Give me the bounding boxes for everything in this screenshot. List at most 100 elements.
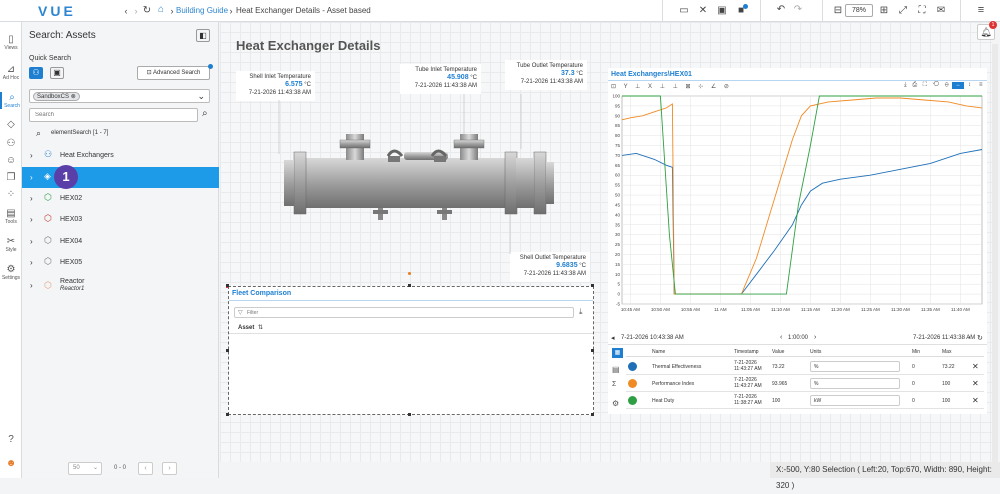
expand-icon[interactable]: ›: [30, 173, 33, 182]
resize-handle[interactable]: [226, 349, 229, 352]
expand-icon[interactable]: ›: [30, 215, 33, 224]
remove-chip-icon[interactable]: ⊗: [71, 94, 76, 100]
expand-icon[interactable]: ›: [30, 281, 33, 290]
chart-mode-button[interactable]: ↔: [952, 82, 964, 89]
breadcrumb-building[interactable]: Building Guide: [176, 6, 228, 15]
remove-series-icon[interactable]: ✕: [972, 362, 979, 371]
save-icon[interactable]: ▣: [716, 5, 728, 17]
series-units-input[interactable]: kW: [810, 395, 900, 406]
tree-item-hex03[interactable]: › ⬡ HEX03: [22, 209, 219, 230]
download-icon[interactable]: ⤓: [579, 307, 583, 317]
tools-icon[interactable]: ✕: [697, 5, 709, 17]
resize-handle[interactable]: [408, 284, 411, 287]
chart-toolbar-right[interactable]: ⤓ ⎙ ⛶ ⟲ ⊖: [904, 82, 951, 89]
zoom-out-icon[interactable]: ⊟: [832, 5, 844, 17]
series-color-swatch[interactable]: [628, 379, 637, 388]
duration[interactable]: 1:00:00: [788, 335, 808, 341]
next-page-button[interactable]: ›: [162, 462, 177, 475]
duration-forward-icon[interactable]: ›: [814, 334, 816, 341]
fullscreen-icon[interactable]: ⛶: [916, 5, 928, 17]
resize-handle[interactable]: [408, 413, 411, 416]
tag-shell-outlet[interactable]: Shell Outlet Temperature 9.6835 °C 7-21-…: [510, 252, 590, 282]
legend-view-icon[interactable]: ▦: [612, 348, 623, 358]
tag-tube-outlet[interactable]: Tube Outlet Temperature 37.3 °C 7-21-202…: [505, 60, 587, 90]
rail-tools[interactable]: ▤ Tools: [0, 208, 22, 225]
scope-chip[interactable]: SandboxCS ⊗: [33, 92, 80, 101]
collapse-panel-icon[interactable]: ◧: [196, 29, 210, 42]
legend-table-row[interactable]: Thermal Effectiveness 7-21-2026 11:43:27…: [626, 358, 984, 375]
tree-item-hex01[interactable]: › ◈ 1: [22, 165, 219, 189]
end-time[interactable]: 7-21-2026 11:43:38 AM: [913, 335, 975, 341]
series-color-swatch[interactable]: [628, 362, 637, 371]
series-units-input[interactable]: %: [810, 361, 900, 372]
expand-icon[interactable]: ›: [30, 151, 33, 160]
menu-icon[interactable]: ≡: [975, 4, 987, 16]
expand-icon[interactable]: ›: [30, 258, 33, 267]
time-back-icon[interactable]: ◂: [611, 334, 615, 342]
rail-tags[interactable]: ◇: [0, 119, 22, 130]
scope-select[interactable]: SandboxCS ⊗ ⌄: [29, 89, 210, 103]
zoom-in-icon[interactable]: ⊞: [878, 5, 890, 17]
tree-item-hex04[interactable]: › ⬡ HEX04: [22, 231, 219, 252]
duration-back-icon[interactable]: ‹: [780, 334, 782, 341]
series-units-input[interactable]: %: [810, 378, 900, 389]
resize-handle[interactable]: [591, 349, 594, 352]
tree-item-hex05[interactable]: › ⬡ HEX05: [22, 252, 219, 273]
series-color-swatch[interactable]: [628, 396, 637, 405]
expand-icon[interactable]: ›: [30, 194, 33, 203]
rail-nodes[interactable]: ⁘: [0, 189, 22, 200]
resize-handle[interactable]: [226, 284, 229, 287]
zoom-level[interactable]: 78%: [845, 4, 873, 17]
fit-icon[interactable]: ⤢: [897, 5, 909, 17]
legend-table-row[interactable]: Heat Duty 7-21-2026 11:38:27 AM 100 kW 0…: [626, 392, 984, 409]
comment-icon[interactable]: ✉: [935, 5, 947, 17]
tag-tube-inlet[interactable]: Tube Inlet Temperature 45.908 °C 7-21-20…: [400, 64, 481, 94]
table-icon[interactable]: ▤: [612, 365, 620, 374]
rail-views[interactable]: ▯ Views: [0, 34, 22, 51]
refresh-icon[interactable]: ↻: [141, 5, 153, 17]
prev-page-button[interactable]: ‹: [138, 462, 153, 475]
scrollbar[interactable]: [992, 44, 998, 464]
tree-item-reactor[interactable]: › ⬡ Reactor Reactor1: [22, 274, 219, 298]
fleet-filter[interactable]: ▽: [234, 307, 574, 318]
user-avatar[interactable]: ☻: [0, 458, 22, 469]
refresh-icon[interactable]: ↻: [977, 334, 983, 342]
page-size-select[interactable]: 50 ⌄: [68, 462, 102, 475]
resize-handle[interactable]: [226, 413, 229, 416]
rail-settings[interactable]: ⚙ Settings: [0, 264, 22, 281]
rail-style[interactable]: ✂ Style: [0, 236, 22, 253]
rail-users[interactable]: ☺: [0, 155, 22, 166]
legend-table-row[interactable]: Performance Index 7-21-2026 11:43:27 AM …: [626, 375, 984, 392]
resize-handle[interactable]: [591, 413, 594, 416]
fleet-filter-input[interactable]: [247, 309, 547, 317]
resize-handle[interactable]: [591, 284, 594, 287]
calendar-icon[interactable]: ▭: [678, 5, 690, 17]
expand-icon[interactable]: ›: [30, 237, 33, 246]
chevron-down-icon[interactable]: ⌄: [197, 91, 205, 102]
time-forward-icon[interactable]: ›: [968, 334, 970, 341]
chart-vertical-icon[interactable]: ↕: [968, 82, 971, 88]
undo-icon[interactable]: ↶: [775, 4, 787, 16]
advanced-search-button[interactable]: ⊡ Advanced Search: [137, 66, 210, 80]
asset-column-header[interactable]: Asset: [238, 325, 254, 331]
redo-icon[interactable]: ↷: [792, 4, 804, 16]
gear-icon[interactable]: ⚙: [612, 399, 619, 408]
rail-copy[interactable]: ❐: [0, 172, 22, 183]
rail-adhoc[interactable]: ⊿ Ad Hoc: [0, 64, 22, 81]
tag-search-toggle[interactable]: ▣: [50, 67, 64, 79]
asset-search-toggle[interactable]: ⚇: [29, 67, 43, 79]
trend-chart[interactable]: -5 0 5 10 15 20 25 30 35 40 45 50 55 60 65 70 75 80 85 90 95…: [608, 90, 987, 334]
search-icon[interactable]: ⌕: [202, 108, 208, 119]
sum-icon[interactable]: Σ: [612, 381, 616, 388]
chart-menu-icon[interactable]: ≡: [979, 82, 983, 88]
search-input[interactable]: [29, 108, 198, 122]
remove-series-icon[interactable]: ✕: [972, 379, 979, 388]
chart-toolbar-left[interactable]: ⊡ Y ⊥ X ⊥ ⊥ ⊠ ⊹ ∠ ⊘: [611, 83, 732, 90]
remove-series-icon[interactable]: ✕: [972, 396, 979, 405]
sort-icon[interactable]: ⇅: [258, 324, 263, 331]
tree-item-heat-exchangers[interactable]: › ⚇ Heat Exchangers: [22, 145, 219, 166]
help-icon[interactable]: ?: [0, 434, 22, 445]
rail-assets[interactable]: ⚇: [0, 138, 22, 149]
tree-item-hex02[interactable]: › ⬡ HEX02: [22, 188, 219, 209]
start-time[interactable]: 7-21-2026 10:43:38 AM: [621, 335, 684, 341]
